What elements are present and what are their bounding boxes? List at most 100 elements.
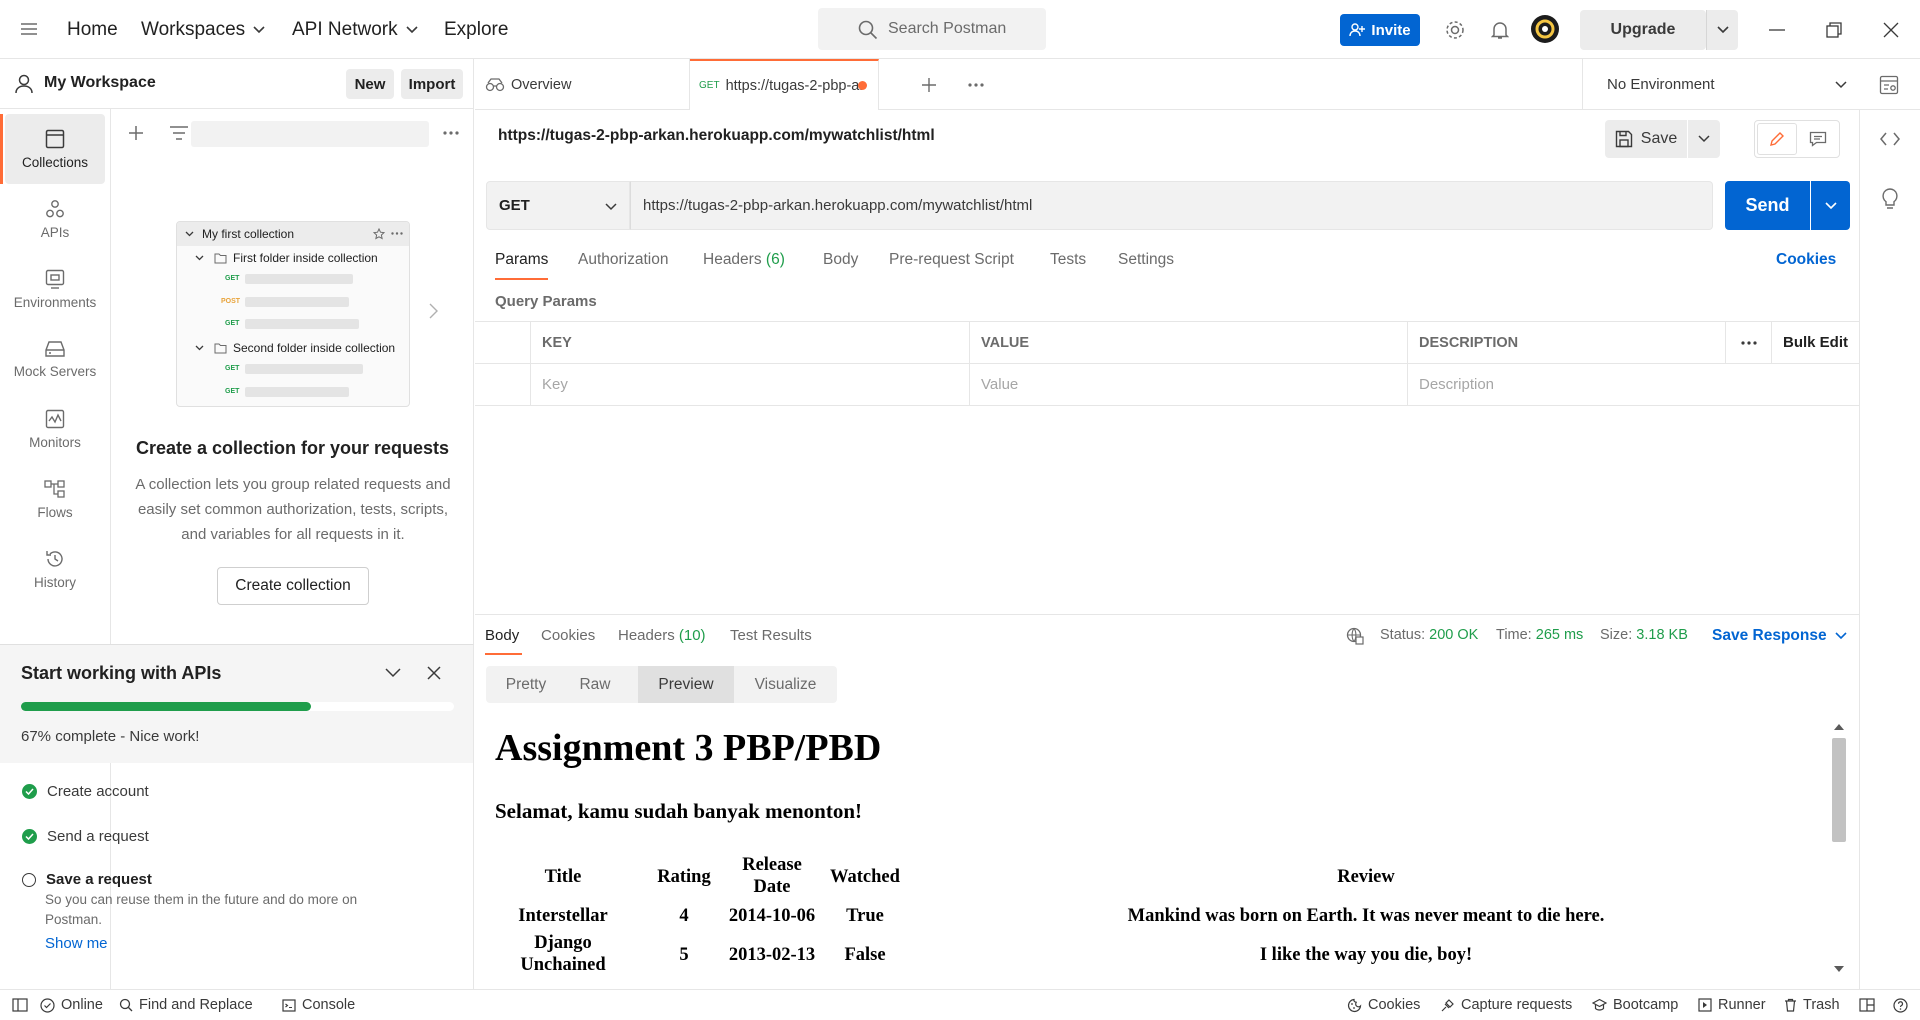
params-more-options-icon[interactable] <box>1726 322 1772 364</box>
import-button[interactable]: Import <box>401 69 463 99</box>
sidebar-item-collections[interactable]: Collections <box>0 114 105 184</box>
checklist-item-create-account: Create account <box>22 783 149 800</box>
avatar[interactable] <box>1530 14 1560 44</box>
nav-api-network-label: API Network <box>292 18 398 40</box>
tab-overview[interactable]: Overview <box>475 59 690 110</box>
search-input[interactable]: Search Postman <box>818 8 1046 50</box>
filter-icon[interactable] <box>168 122 190 144</box>
sidebar-item-history[interactable]: History <box>5 534 105 604</box>
nav-api-network[interactable]: API Network <box>292 0 418 59</box>
more-options-icon[interactable] <box>438 122 464 144</box>
view-tab-pretty[interactable]: Pretty <box>486 666 566 703</box>
checklist-item-save-request[interactable]: Save a request <box>22 871 152 888</box>
send-button[interactable]: Send <box>1725 181 1810 230</box>
param-description-input[interactable]: Description <box>1408 364 1859 406</box>
lightbulb-icon[interactable] <box>1877 186 1903 212</box>
tab-authorization[interactable]: Authorization <box>578 251 668 269</box>
collections-search-input[interactable] <box>191 121 429 147</box>
toggle-sidebar-icon[interactable] <box>12 990 28 1020</box>
minimize-window-icon[interactable] <box>1764 17 1790 43</box>
preview-cell: Interstellar <box>518 906 608 926</box>
settings-gear-icon[interactable] <box>1442 17 1468 43</box>
create-collection-button[interactable]: Create collection <box>217 567 369 605</box>
save-dropdown[interactable] <box>1688 120 1720 158</box>
trash-button[interactable]: Trash <box>1784 990 1840 1020</box>
new-tab-plus-icon[interactable] <box>919 75 939 95</box>
view-tab-visualize[interactable]: Visualize <box>734 666 837 703</box>
workspace-name[interactable]: My Workspace <box>44 74 156 92</box>
close-icon[interactable] <box>423 663 445 683</box>
bootcamp-button[interactable]: Bootcamp <box>1592 990 1678 1020</box>
nav-home[interactable]: Home <box>67 0 118 59</box>
bootcamp-icon <box>1592 998 1607 1011</box>
view-tab-raw[interactable]: Raw <box>566 666 624 703</box>
param-value-input[interactable]: Value <box>970 364 1408 406</box>
save-response-button[interactable]: Save Response <box>1712 627 1847 645</box>
cookies-link[interactable]: Cookies <box>1776 251 1836 269</box>
status-value: 200 OK <box>1429 627 1479 643</box>
new-button[interactable]: New <box>346 69 394 99</box>
bulk-edit-button[interactable]: Bulk Edit <box>1772 322 1859 364</box>
checklist-item-send-request: Send a request <box>22 828 149 845</box>
tab-body[interactable]: Body <box>823 251 858 269</box>
sidebar-item-apis[interactable]: APIs <box>5 184 105 254</box>
restore-window-icon[interactable] <box>1821 17 1847 43</box>
environment-select[interactable]: No Environment <box>1582 59 1860 110</box>
environment-quick-look-icon[interactable] <box>1876 72 1902 98</box>
tab-pre-request-script[interactable]: Pre-request Script <box>889 251 1014 269</box>
tab-tests[interactable]: Tests <box>1050 251 1086 269</box>
save-button[interactable]: Save <box>1605 120 1687 158</box>
show-me-link[interactable]: Show me <box>45 935 108 952</box>
tab-more-options-icon[interactable] <box>964 75 988 95</box>
view-tab-preview[interactable]: Preview <box>638 666 734 703</box>
sidebar-item-mock-servers[interactable]: Mock Servers <box>5 324 105 394</box>
help-icon[interactable] <box>1893 990 1908 1020</box>
code-icon[interactable] <box>1877 128 1903 150</box>
tab-params[interactable]: Params <box>495 251 548 269</box>
response-tab-headers[interactable]: Headers (10) <box>618 627 706 644</box>
close-window-icon[interactable] <box>1878 17 1904 43</box>
collapse-chevron-icon[interactable] <box>382 665 404 681</box>
notifications-bell-icon[interactable] <box>1488 17 1512 43</box>
sidebar-item-flows[interactable]: Flows <box>5 464 105 534</box>
upgrade-dropdown[interactable] <box>1706 10 1738 50</box>
invite-button[interactable]: Invite <box>1340 14 1420 46</box>
edit-pencil-icon[interactable] <box>1757 123 1797 155</box>
find-replace-button[interactable]: Find and Replace <box>119 990 253 1020</box>
nav-explore[interactable]: Explore <box>444 0 508 59</box>
send-dropdown[interactable] <box>1811 181 1850 230</box>
upgrade-button[interactable]: Upgrade <box>1580 10 1706 50</box>
cookies-button[interactable]: Cookies <box>1347 990 1420 1020</box>
scrollbar-thumb[interactable] <box>1832 738 1846 842</box>
sidebar-item-monitors[interactable]: Monitors <box>5 394 105 464</box>
response-tab-body[interactable]: Body <box>485 627 519 644</box>
runner-label: Runner <box>1718 997 1766 1013</box>
response-tab-test-results[interactable]: Test Results <box>730 627 812 644</box>
apis-icon <box>46 199 64 217</box>
hamburger-menu-icon[interactable] <box>16 18 42 40</box>
chevron-down-icon <box>195 345 204 351</box>
invite-label: Invite <box>1371 21 1411 39</box>
network-globe-icon[interactable] <box>1345 627 1365 645</box>
size-label: Size: <box>1600 627 1633 643</box>
add-collection-icon[interactable] <box>125 122 147 144</box>
nav-workspaces[interactable]: Workspaces <box>141 0 265 59</box>
capture-requests-button[interactable]: Capture requests <box>1440 990 1572 1020</box>
checklist-item-label: Send a request <box>47 828 149 845</box>
online-status[interactable]: Online <box>40 990 103 1020</box>
sidebar-item-label: Flows <box>37 504 73 520</box>
console-button[interactable]: Console <box>282 990 355 1020</box>
tab-headers[interactable]: Headers (6) <box>703 251 785 269</box>
runner-button[interactable]: Runner <box>1698 990 1766 1020</box>
param-key-input[interactable]: Key <box>531 364 970 406</box>
comments-icon[interactable] <box>1799 123 1837 155</box>
response-tab-cookies[interactable]: Cookies <box>541 627 595 644</box>
url-input[interactable]: https://tugas-2-pbp-arkan.herokuapp.com/… <box>630 181 1713 230</box>
method-select[interactable]: GET <box>486 181 630 230</box>
two-pane-view-icon[interactable] <box>1859 990 1875 1020</box>
tab-settings[interactable]: Settings <box>1118 251 1174 269</box>
sidebar-item-environments[interactable]: Environments <box>5 254 105 324</box>
request-title[interactable]: https://tugas-2-pbp-arkan.herokuapp.com/… <box>498 127 935 145</box>
tab-request[interactable]: GET https://tugas-2-pbp-ar <box>690 59 879 110</box>
response-divider[interactable] <box>475 614 1859 615</box>
